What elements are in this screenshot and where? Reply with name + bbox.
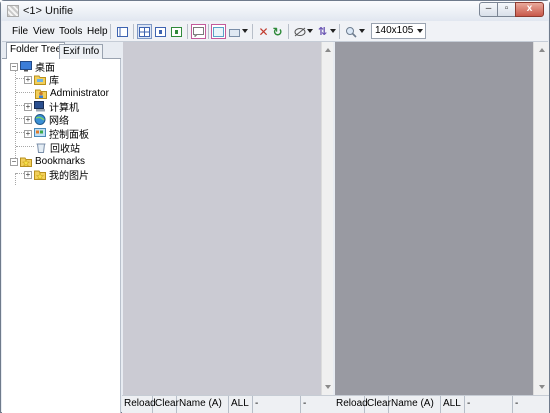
tree-label: Bookmarks [35,156,86,167]
tree-label: 库 [49,76,59,87]
minimize-button[interactable]: – [479,2,498,17]
toolbar-separator [208,24,209,39]
clear-button[interactable]: Clear [153,396,179,413]
status-field: - [253,396,301,413]
left-panel: Folder Tree Exif Info − 桌面 + 库 Administr… [2,42,121,413]
search-icon[interactable] [343,24,358,39]
clear-button[interactable]: Clear [365,396,391,413]
app-icon [7,5,19,17]
delete-icon[interactable]: ✕ [256,24,271,39]
computer-icon [34,101,45,112]
status-field: - [515,398,519,409]
menu-help[interactable]: Help [87,26,108,37]
tree-label: 回收站 [50,144,80,155]
toolbar-separator [288,24,289,39]
expand-icon[interactable]: + [24,102,32,111]
toolbar-separator [187,24,188,39]
frame-icon[interactable] [211,24,226,39]
menu-view[interactable]: View [33,26,55,37]
reload-button[interactable]: Reload [122,396,156,413]
scroll-up-icon[interactable] [325,48,331,52]
control-panel-icon [34,128,46,137]
close-button[interactable]: x [515,2,544,17]
menu-file[interactable]: File [12,26,28,37]
tree-label: 我的图片 [49,171,89,182]
scroll-up-icon[interactable] [539,48,545,52]
recycle-bin-icon [36,143,46,153]
single-pane-icon[interactable] [115,24,130,39]
user-folder-icon [35,89,47,99]
status-field: - [303,398,307,409]
tree-item-library[interactable]: + 库 [24,73,59,87]
library-folder-icon [34,75,46,85]
tree-item-recycle-bin[interactable]: 回收站 [35,141,80,155]
filter-label[interactable]: ALL [229,396,253,413]
status-bar-left: Reload Clear Name (A) ALL - - [122,395,334,413]
thumbnail-pane-left[interactable] [123,42,321,395]
sort-dropdown-arrow[interactable] [330,29,336,33]
scrollbar-right[interactable] [533,42,549,395]
reload-button[interactable]: Reload [334,396,368,413]
left-tabs: Folder Tree Exif Info [2,42,121,59]
tree-item-network[interactable]: + 网络 [24,113,69,127]
toolbar-separator [110,24,111,39]
thumbnail-pane-right[interactable] [335,42,533,395]
tab-exif-info[interactable]: Exif Info [59,44,104,59]
page-one-icon[interactable] [153,24,168,39]
bookmarks-icon [20,157,32,167]
desktop-icon [20,61,32,72]
window-title: <1> Unifie [23,5,74,17]
maximize-button[interactable]: ▫ [497,2,516,17]
search-dropdown-arrow[interactable] [359,29,365,33]
tree-label: Administrator [50,88,109,99]
toolbar-separator [133,24,134,39]
rotate-dropdown-arrow[interactable] [307,29,313,33]
sort-order-label[interactable]: Name (A) [389,396,441,413]
filter-label[interactable]: ALL [441,396,465,413]
expand-icon[interactable]: + [24,170,32,179]
refresh-icon[interactable]: ↻ [270,24,285,39]
slide-dropdown-arrow[interactable] [242,29,248,33]
page-two-icon[interactable] [169,24,184,39]
sort-order-label[interactable]: Name (A) [177,396,229,413]
sort-icon[interactable]: ⇅ [315,24,330,39]
chevron-down-icon [417,29,423,33]
tree-label: 控制面板 [49,130,89,141]
expand-icon[interactable]: + [24,75,32,84]
toolbar-separator [252,24,253,39]
tree-label: 网络 [49,116,69,127]
menu-tools[interactable]: Tools [59,26,82,37]
scroll-down-icon[interactable] [539,385,545,389]
status-field: - [465,396,513,413]
scroll-down-icon[interactable] [325,385,331,389]
scrollbar-left[interactable] [321,42,333,395]
tab-folder-tree[interactable]: Folder Tree [6,42,66,59]
collapse-icon[interactable]: − [10,62,18,71]
slide-icon[interactable] [227,24,242,39]
comment-icon[interactable] [191,24,206,39]
menu-toolbar: File View Tools Help ✕ ↻ ⇅ 140x105 [2,21,548,42]
network-icon [34,114,46,125]
rotate-icon[interactable] [292,24,307,39]
title-bar[interactable]: <1> Unifie – ▫ x [1,1,549,21]
tree-item-control-panel[interactable]: + 控制面板 [24,127,89,141]
expand-icon[interactable]: + [24,129,32,138]
collapse-icon[interactable]: − [10,157,18,166]
status-bar-right: Reload Clear Name (A) ALL - - [334,395,549,413]
tree-item-my-pictures[interactable]: + 我的图片 [24,168,89,182]
toolbar-separator [339,24,340,39]
thumbnail-size-value: 140x105 [375,25,414,36]
expand-icon[interactable]: + [24,115,32,124]
pictures-folder-icon [34,170,46,180]
grid-layout-icon[interactable] [137,24,152,39]
app-window: <1> Unifie – ▫ x File View Tools Help ✕ … [0,0,550,413]
thumbnail-size-select[interactable]: 140x105 [371,23,426,39]
